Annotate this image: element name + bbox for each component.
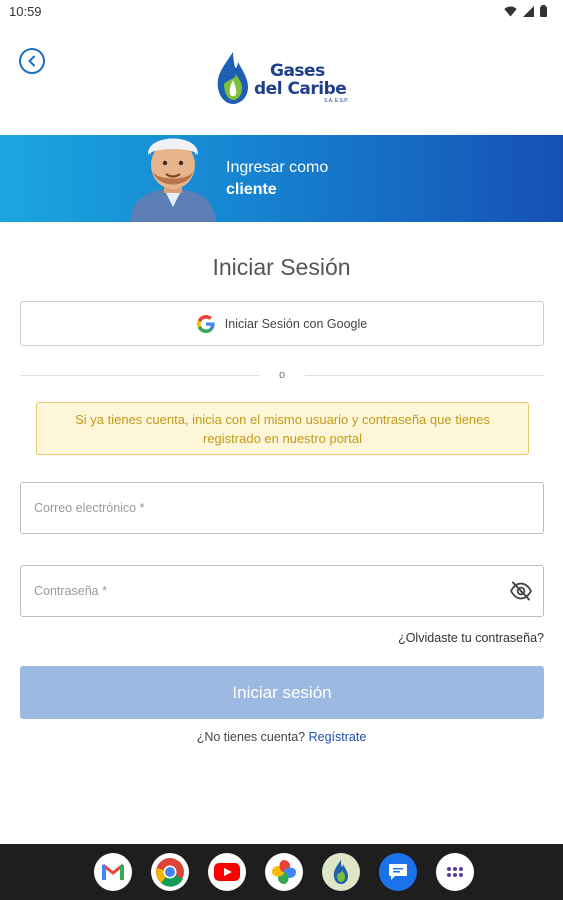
gmail-icon[interactable] (94, 853, 132, 891)
gases-del-caribe-app-icon[interactable] (322, 853, 360, 891)
chrome-glyph (156, 858, 184, 887)
login-button[interactable]: Iniciar sesión (20, 666, 544, 719)
client-avatar-illustration (130, 138, 216, 222)
google-icon (196, 314, 215, 333)
client-banner: Ingresar como cliente (0, 135, 563, 222)
messages-glyph (389, 864, 407, 880)
info-message: Si ya tienes cuenta, inicia con el mismo… (36, 402, 529, 455)
email-field[interactable] (34, 483, 504, 533)
android-dock (0, 844, 563, 900)
register-prompt: ¿No tienes cuenta? (196, 730, 306, 744)
messages-icon[interactable] (379, 853, 417, 891)
gmail-glyph (102, 863, 124, 880)
email-field-container (20, 482, 544, 534)
wifi-icon (504, 6, 517, 16)
status-icons (504, 5, 547, 17)
banner-text: Ingresar como cliente (226, 157, 328, 201)
divider-text: o (278, 369, 286, 381)
or-divider: o (20, 369, 544, 383)
chevron-left-circle-icon (28, 55, 35, 67)
youtube-glyph (214, 863, 240, 881)
google-signin-label: Iniciar Sesión con Google (224, 316, 368, 331)
logo-wordmark: Gases del Caribe (254, 61, 347, 99)
photos-icon[interactable] (265, 853, 303, 891)
google-signin-button[interactable]: Iniciar Sesión con Google (20, 301, 544, 346)
flame-logo-icon (217, 52, 248, 104)
photos-glyph (272, 860, 296, 884)
app-drawer-icon[interactable] (436, 853, 474, 891)
gases-del-caribe-logo: Gases del Caribe S.A. E.S.P. (214, 48, 354, 108)
youtube-icon[interactable] (208, 853, 246, 891)
password-field-container (20, 565, 544, 617)
register-row: ¿No tienes cuenta? Regístrate (0, 730, 563, 744)
dock-apps (94, 853, 474, 891)
password-field[interactable] (34, 566, 504, 616)
toggle-password-visibility-button[interactable] (509, 581, 533, 601)
logo-line1: Gases (270, 61, 325, 81)
logo-suffix: S.A. E.S.P. (324, 98, 349, 104)
banner-line1: Ingresar como (226, 159, 329, 176)
back-button[interactable] (19, 48, 45, 74)
eye-off-icon (509, 581, 533, 601)
logo-line2: del Caribe (254, 79, 347, 99)
status-time: 10:59 (9, 4, 42, 19)
divider-line-left (20, 375, 260, 376)
divider-line-right (305, 375, 544, 376)
chrome-icon[interactable] (151, 853, 189, 891)
status-bar: 10:59 (0, 0, 563, 24)
signal-icon (523, 5, 534, 17)
page-title: Iniciar Sesión (212, 254, 351, 280)
app-drawer-glyph (447, 867, 463, 877)
register-link[interactable]: Regístrate (309, 730, 367, 744)
banner-line2: cliente (226, 181, 277, 198)
forgot-password-link[interactable]: ¿Olvidaste tu contraseña? (398, 631, 544, 645)
battery-icon (540, 5, 547, 17)
gdc-glyph (333, 860, 348, 884)
